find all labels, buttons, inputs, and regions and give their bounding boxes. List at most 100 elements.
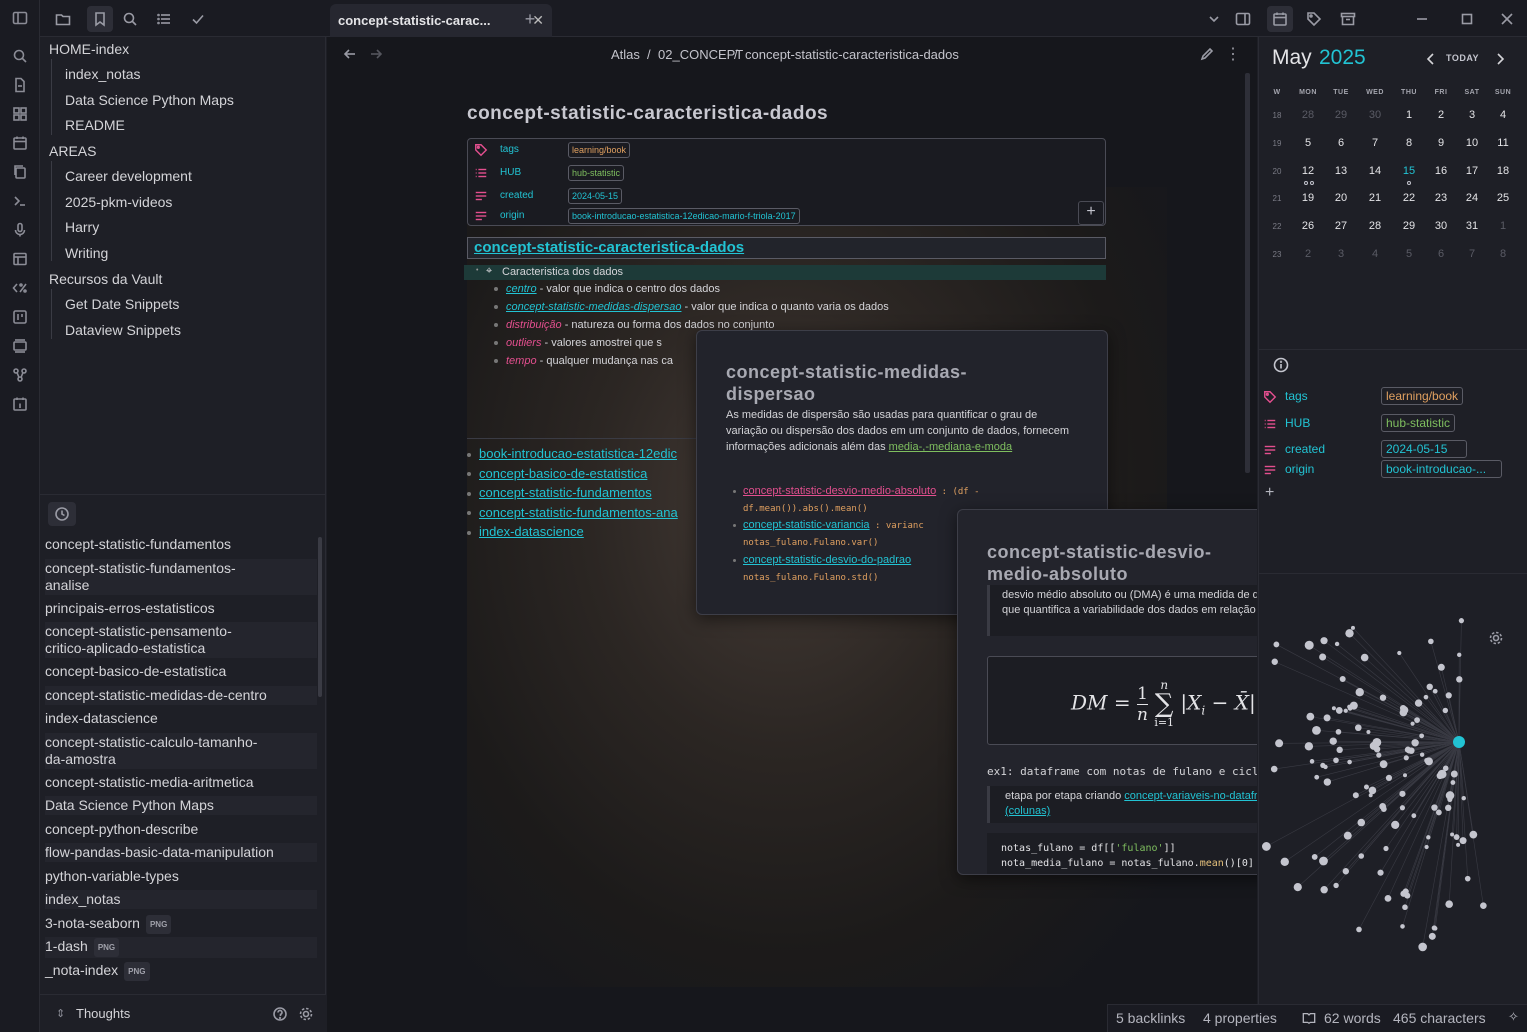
calendar-day[interactable]: 26 <box>1294 220 1322 232</box>
calendar-day[interactable]: 8 <box>1489 248 1517 260</box>
graph-node[interactable] <box>1424 757 1430 763</box>
graph-node[interactable] <box>1271 658 1278 665</box>
graph-node[interactable] <box>1343 831 1352 840</box>
graph-node[interactable] <box>1360 653 1369 662</box>
calendar-plus-icon[interactable] <box>10 394 30 414</box>
copy-icon[interactable] <box>10 162 30 182</box>
recent-item[interactable]: 1-dash PNG <box>45 937 317 958</box>
popover-item-link[interactable]: concept-statistic-desvio-medio-absoluto <box>743 485 936 497</box>
recent-item[interactable]: concept-statistic-medidas-de-centro <box>45 685 317 705</box>
graph-node[interactable] <box>1311 854 1318 860</box>
graph-node[interactable] <box>1384 895 1392 902</box>
graph-node[interactable] <box>1379 694 1387 701</box>
graph-node[interactable] <box>1456 842 1461 847</box>
graph-node[interactable] <box>1459 837 1467 845</box>
backlink-item[interactable]: concept-statistic-fundamentos <box>467 485 652 500</box>
property-value[interactable]: 2024-05-15 <box>1381 440 1467 458</box>
calendar-day[interactable]: 14 <box>1361 165 1389 177</box>
graph-node[interactable] <box>1309 759 1315 764</box>
property-row[interactable]: origin book-introducao-estatistica-12edic… <box>472 208 1102 226</box>
editor-scrollbar[interactable] <box>1245 73 1250 473</box>
calendar-day[interactable]: 9 <box>1427 137 1455 149</box>
graph-node[interactable] <box>1379 760 1388 769</box>
scrollbar[interactable] <box>318 537 322 697</box>
graph-node[interactable] <box>1339 676 1346 683</box>
terminal-icon[interactable] <box>10 191 30 211</box>
graph-node[interactable] <box>1437 663 1445 671</box>
graph-node[interactable] <box>1354 724 1362 732</box>
calendar-day[interactable]: 18 <box>1489 165 1517 177</box>
calendar-day[interactable]: 7 <box>1361 137 1389 149</box>
graph-node[interactable] <box>1433 926 1438 931</box>
calendar-day[interactable]: 29 <box>1327 109 1355 121</box>
recent-item[interactable]: index-datascience <box>45 709 317 728</box>
graph-node[interactable] <box>1376 752 1382 758</box>
back-arrow-icon[interactable] <box>340 44 360 64</box>
property-row[interactable]: HUB hub-statistic <box>472 165 1102 183</box>
tree-item[interactable]: index_notas <box>65 66 141 82</box>
graph-node[interactable] <box>1347 759 1352 765</box>
property-row[interactable]: created 2024-05-15 <box>472 188 1102 206</box>
property-row[interactable]: tags learning/book <box>1259 387 1527 407</box>
graph-node[interactable] <box>1352 792 1359 799</box>
calendar-day[interactable]: 31 <box>1458 220 1486 232</box>
calendar-icon[interactable] <box>1267 6 1293 32</box>
recent-item[interactable]: concept-statistic-pensamento- critico-ap… <box>45 622 317 658</box>
property-row[interactable]: origin book-introducao-... <box>1259 460 1527 480</box>
graph-node[interactable] <box>1335 729 1342 735</box>
graph-node[interactable] <box>1323 778 1332 786</box>
add-property-button[interactable]: + <box>1078 201 1104 225</box>
graph-node[interactable] <box>1456 676 1463 683</box>
graph-node[interactable] <box>1345 629 1354 638</box>
property-value[interactable]: book-introducao-estatistica-12edicao-mar… <box>568 208 800 224</box>
calendar-day[interactable]: 5 <box>1395 248 1423 260</box>
graph-node[interactable] <box>1333 757 1339 764</box>
graph-node[interactable] <box>1403 755 1409 761</box>
new-note-icon[interactable] <box>10 75 30 95</box>
recent-item[interactable]: index_notas <box>45 890 317 909</box>
hover-preview-desvio-medio-absoluto[interactable]: concept-statistic-desvio- medio-absoluto… <box>957 509 1257 875</box>
graph-icon[interactable] <box>10 365 30 385</box>
calendar-day[interactable]: 17 <box>1458 165 1486 177</box>
property-value[interactable]: learning/book <box>1381 387 1464 405</box>
recent-item[interactable]: python-variable-types <box>45 867 317 886</box>
recent-item[interactable]: flow-pandas-basic-data-manipulation <box>45 843 317 862</box>
graph-node[interactable] <box>1464 875 1471 882</box>
canvas-icon[interactable] <box>10 104 30 124</box>
graph-node[interactable] <box>1428 638 1434 645</box>
graph-node[interactable] <box>1424 844 1429 850</box>
calendar-day[interactable]: 23 <box>1427 192 1455 204</box>
today-button[interactable]: TODAY <box>1446 53 1479 63</box>
graph-node[interactable] <box>1426 683 1433 691</box>
property-value[interactable]: 2024-05-15 <box>568 188 623 204</box>
minimize-icon[interactable] <box>1412 9 1432 29</box>
graph-node[interactable] <box>1402 773 1407 778</box>
graph-node[interactable] <box>1273 641 1280 648</box>
graph-node[interactable] <box>1419 733 1425 739</box>
calendar-day[interactable]: 28 <box>1294 109 1322 121</box>
backlink-item[interactable]: index-datascience <box>467 524 584 539</box>
recent-item[interactable]: concept-python-describe <box>45 820 317 839</box>
graph-node[interactable] <box>1349 701 1358 710</box>
property-value[interactable]: book-introducao-... <box>1381 460 1502 478</box>
recent-item[interactable]: concept-statistic-media-aritmetica <box>45 773 317 792</box>
graph-node[interactable] <box>1323 714 1331 722</box>
graph-node[interactable] <box>1355 687 1364 697</box>
recent-item[interactable]: concept-statistic-fundamentos- analise <box>45 558 317 595</box>
graph-node[interactable] <box>1314 774 1320 780</box>
calendar-day[interactable]: 30 <box>1361 109 1389 121</box>
calendar-day[interactable]: 4 <box>1361 248 1389 260</box>
tree-folder-recursos[interactable]: Recursos da Vault <box>49 271 162 287</box>
backlink-label[interactable]: concept-basico-de-estatistica <box>479 466 647 481</box>
graph-node[interactable] <box>1458 618 1465 624</box>
graph-node[interactable] <box>1461 796 1466 801</box>
kanban-icon[interactable] <box>10 307 30 327</box>
calendar-day[interactable]: 1 <box>1395 109 1423 121</box>
graph-node[interactable] <box>1343 708 1348 713</box>
backlink-label[interactable]: concept-statistic-fundamentos <box>479 485 652 500</box>
archive-icon[interactable] <box>1338 9 1358 29</box>
heading-link[interactable]: concept-statistic-caracteristica-dados <box>467 237 1106 259</box>
graph-node[interactable] <box>1304 640 1314 650</box>
tab-active-note[interactable]: concept-statistic-carac... ✕ <box>330 4 552 37</box>
calendar-day[interactable]: 3 <box>1458 109 1486 121</box>
